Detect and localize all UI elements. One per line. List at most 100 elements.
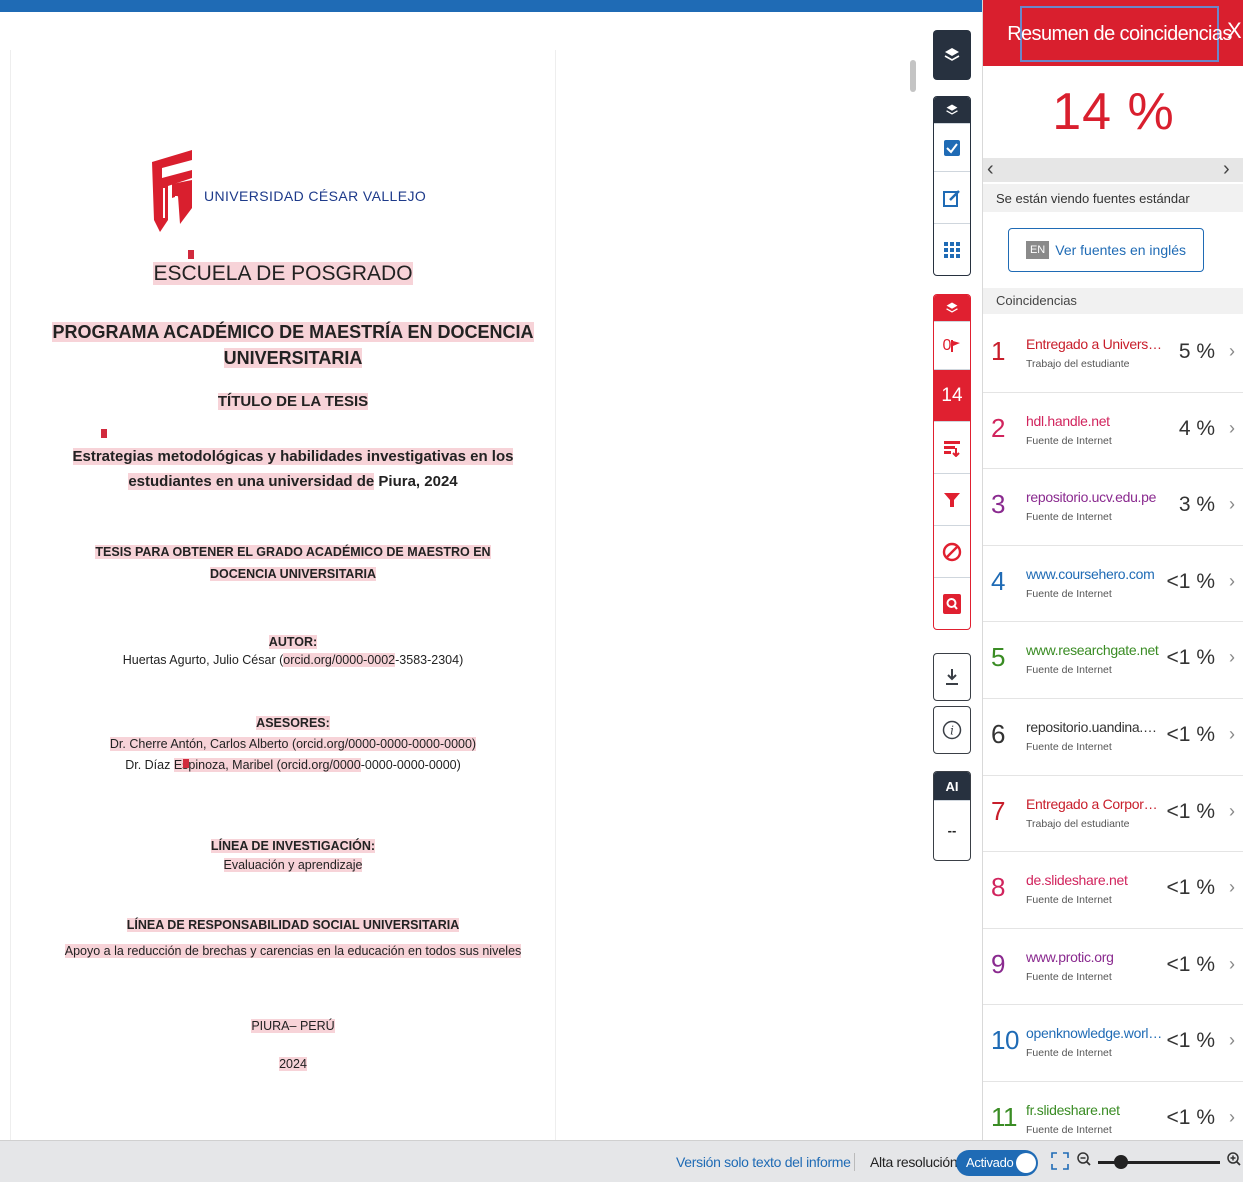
flags-button[interactable]: 0 — [934, 321, 970, 369]
text-only-report-link[interactable]: Versión solo texto del informe — [676, 1154, 851, 1170]
degree-line-1: TESIS PARA OBTENER EL GRADO ACADÉMICO DE… — [95, 545, 491, 559]
advisor-2-prefix: Dr. Díaz — [125, 758, 174, 772]
rubric-button[interactable] — [934, 223, 970, 275]
chevron-right-icon[interactable]: › — [1229, 877, 1235, 898]
ucv-logo-icon — [152, 150, 192, 232]
info-button[interactable]: i — [933, 706, 971, 754]
document-scrollbar[interactable] — [910, 60, 916, 1140]
match-number: 5 — [991, 642, 1005, 673]
grading-button[interactable] — [934, 123, 970, 171]
author-heading: AUTOR: — [268, 635, 318, 649]
toggle-knob — [1016, 1153, 1036, 1173]
high-resolution-toggle[interactable]: Activado — [956, 1150, 1038, 1176]
match-source[interactable]: repositorio.ucv.edu.pe — [1026, 489, 1164, 505]
match-source[interactable]: www.researchgate.net — [1026, 642, 1164, 658]
match-marker[interactable] — [101, 429, 107, 438]
chevron-right-icon[interactable]: › — [1229, 571, 1235, 592]
match-item[interactable]: 7 Entregado a Corporaci... Trabajo del est… — [983, 776, 1243, 853]
close-panel-button[interactable]: X — [1227, 18, 1242, 44]
chevron-right-icon[interactable]: › — [1223, 158, 1230, 181]
match-item[interactable]: 5 www.researchgate.net Fuente de Internet <… — [983, 622, 1243, 699]
advisor-1: Dr. Cherre Antón, Carlos Alberto (orcid.… — [109, 737, 477, 751]
match-source[interactable]: openknowledge.worldb... — [1026, 1025, 1164, 1041]
filter-icon — [944, 492, 960, 507]
match-source[interactable]: Entregado a Universida... — [1026, 336, 1164, 352]
match-number: 10 — [991, 1025, 1019, 1056]
layers-icon — [944, 48, 960, 61]
match-item[interactable]: 1 Entregado a Universida... Trabajo del es… — [983, 316, 1243, 393]
match-source[interactable]: fr.slideshare.net — [1026, 1102, 1164, 1118]
match-item[interactable]: 4 www.coursehero.com Fuente de Internet <1 … — [983, 546, 1243, 623]
author-orcid-end: -3583-2304) — [395, 653, 464, 667]
bottom-bar: Versión solo texto del informe Alta reso… — [0, 1140, 1243, 1182]
match-item[interactable]: 11 fr.slideshare.net Fuente de Internet <1 … — [983, 1082, 1243, 1140]
all-sources-button[interactable] — [934, 421, 970, 473]
toggle-label: Activado — [966, 1155, 1014, 1170]
group-header — [934, 97, 970, 123]
match-marker[interactable] — [188, 250, 194, 259]
en-badge: EN — [1025, 241, 1050, 259]
view-english-sources-button[interactable]: EN Ver fuentes en inglés — [1008, 228, 1204, 272]
match-item[interactable]: 8 de.slideshare.net Fuente de Internet <1 %… — [983, 852, 1243, 929]
info-icon: i — [942, 720, 962, 740]
match-overview-button[interactable]: 14 — [934, 369, 970, 421]
match-count: 14 — [941, 384, 963, 406]
match-item[interactable]: 10 openknowledge.worldb... Fuente de Inter… — [983, 1005, 1243, 1082]
match-item[interactable]: 6 repositorio.uandina.ed... Fuente de Inte… — [983, 699, 1243, 776]
title-heading: TÍTULO DE LA TESIS — [217, 393, 369, 410]
ai-score-button[interactable]: -- — [934, 800, 970, 860]
panel-header: Resumen de coincidencias X — [983, 0, 1243, 66]
thesis-title-line-1: Estrategias metodológicas y habilidades … — [72, 448, 514, 465]
zoom-out-icon[interactable] — [1076, 1151, 1092, 1169]
match-item[interactable]: 3 repositorio.ucv.edu.pe Fuente de Interne… — [983, 469, 1243, 546]
chevron-right-icon[interactable]: › — [1229, 418, 1235, 439]
chevron-right-icon[interactable]: › — [1229, 724, 1235, 745]
ai-detection-group[interactable]: AI -- — [933, 771, 971, 861]
chevron-right-icon[interactable]: › — [1229, 801, 1235, 822]
scrollbar-thumb[interactable] — [910, 60, 916, 92]
match-item[interactable]: 9 www.protic.org Fuente de Internet <1 % › — [983, 929, 1243, 1006]
document-viewer[interactable]: UNIVERSIDAD CÉSAR VALLEJO ESCUELA DE POS… — [0, 12, 925, 1140]
chevron-right-icon[interactable]: › — [1229, 647, 1235, 668]
match-number: 9 — [991, 948, 1005, 979]
source-search-button[interactable] — [934, 577, 970, 629]
chevron-left-icon[interactable]: ‹ — [987, 158, 994, 181]
match-source[interactable]: repositorio.uandina.ed... — [1026, 719, 1164, 735]
layers-button[interactable] — [933, 30, 971, 80]
chevron-right-icon[interactable]: › — [1229, 494, 1235, 515]
filters-button[interactable] — [934, 473, 970, 525]
match-source[interactable]: www.protic.org — [1026, 949, 1164, 965]
match-percentage: <1 % — [1166, 952, 1215, 976]
match-source[interactable]: de.slideshare.net — [1026, 872, 1164, 888]
ai-label: AI — [934, 772, 970, 800]
download-icon — [946, 669, 958, 685]
match-number: 4 — [991, 565, 1005, 596]
match-source[interactable]: Entregado a Corporaci... — [1026, 796, 1164, 812]
match-overview-panel: Resumen de coincidencias X 14 % ‹ › Se e… — [982, 0, 1243, 1140]
social-heading: LÍNEA DE RESPONSABILIDAD SOCIAL UNIVERSI… — [126, 918, 460, 932]
chevron-right-icon[interactable]: › — [1229, 1030, 1235, 1051]
view-english-sources-label: Ver fuentes en inglés — [1055, 242, 1187, 258]
zoom-slider[interactable] — [1098, 1155, 1220, 1169]
school-name: ESCUELA DE POSGRADO — [153, 262, 413, 285]
exclusions-button[interactable] — [934, 525, 970, 577]
program-line-1: PROGRAMA ACADÉMICO DE MAESTRÍA EN DOCENC… — [52, 322, 534, 342]
chevron-right-icon[interactable]: › — [1229, 954, 1235, 975]
high-resolution-label: Alta resolución — [870, 1154, 958, 1170]
chevron-right-icon[interactable]: › — [1229, 1107, 1235, 1128]
fullscreen-icon[interactable] — [1050, 1151, 1070, 1171]
zoom-slider-knob[interactable] — [1114, 1155, 1128, 1169]
download-button[interactable] — [933, 653, 971, 701]
author-name: Huertas Agurto, Julio César ( — [122, 653, 284, 667]
match-item[interactable]: 2 hdl.handle.net Fuente de Internet 4 % › — [983, 393, 1243, 470]
match-marker[interactable] — [183, 759, 189, 768]
chevron-right-icon[interactable]: › — [1229, 341, 1235, 362]
feedback-button[interactable] — [934, 171, 970, 223]
zoom-in-icon[interactable] — [1226, 1151, 1242, 1169]
match-source[interactable]: www.coursehero.com — [1026, 566, 1164, 582]
match-source[interactable]: hdl.handle.net — [1026, 413, 1164, 429]
year: 2024 — [279, 1057, 307, 1071]
match-number: 3 — [991, 489, 1005, 520]
match-list: 1 Entregado a Universida... Trabajo del es… — [983, 316, 1243, 1140]
university-logo: UNIVERSIDAD CÉSAR VALLEJO — [150, 148, 426, 238]
